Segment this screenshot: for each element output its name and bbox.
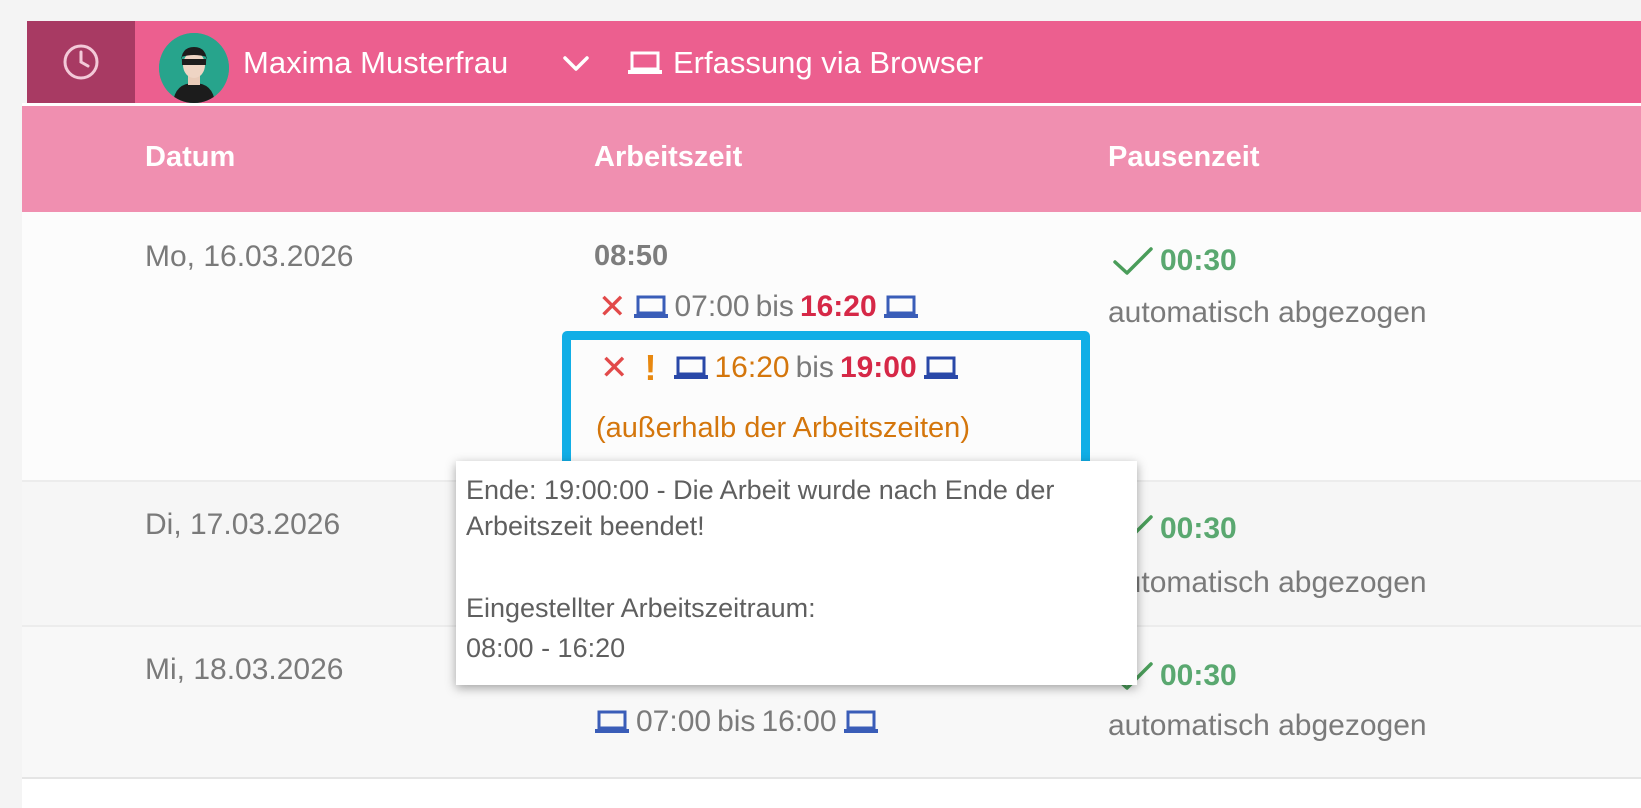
laptop-icon [843, 710, 878, 733]
work-total: 08:50 [594, 240, 669, 272]
user-name[interactable]: Maxima Musterfrau [243, 45, 508, 81]
pause-time: 00:30 [1160, 512, 1237, 545]
tooltip-line: Arbeitszeit beendet! [466, 511, 705, 541]
capture-mode: Erfassung via Browser [627, 45, 983, 81]
column-header-pausenzeit[interactable]: Pausenzeit [1108, 141, 1260, 174]
pause-value: 00:30 [1112, 244, 1237, 278]
entry-sep: bis [717, 705, 756, 738]
tooltip-line: Eingestellter Arbeitszeitraum: [466, 593, 816, 623]
pause-time: 00:30 [1160, 659, 1237, 692]
close-icon[interactable]: ✕ [598, 290, 627, 324]
pause-note: automatisch abgezogen [1108, 296, 1427, 329]
row-date: Mo, 16.03.2026 [145, 240, 354, 273]
entry-start: 07:00 [636, 705, 712, 738]
column-header-datum[interactable]: Datum [145, 141, 235, 174]
avatar-icon [159, 33, 229, 103]
table-header: Datum Arbeitszeit Pausenzeit [22, 106, 1641, 212]
clock-tab[interactable] [27, 21, 135, 103]
row-date: Mi, 18.03.2026 [145, 653, 344, 686]
pause-time: 00:30 [1160, 244, 1237, 277]
capture-mode-label: Erfassung via Browser [673, 45, 984, 80]
entry-sep: bis [755, 290, 794, 323]
column-header-arbeitszeit[interactable]: Arbeitszeit [594, 141, 742, 174]
laptop-icon [628, 51, 662, 74]
avatar[interactable] [159, 33, 229, 103]
entry-end: 16:00 [761, 705, 837, 738]
pause-note: automatisch abgezogen [1108, 566, 1427, 599]
check-icon [1113, 247, 1153, 275]
pause-note: automatisch abgezogen [1108, 709, 1427, 742]
laptop-icon [595, 710, 629, 733]
top-bar: Maxima Musterfrau Erfassung via Browser [27, 21, 1641, 103]
chevron-down-icon[interactable] [562, 55, 590, 73]
clock-icon [63, 44, 99, 80]
tooltip-line: 08:00 - 16:20 [466, 633, 626, 663]
time-entry[interactable]: 07:00 bis 16:00 [594, 705, 879, 739]
entry-end: 16:20 [799, 290, 877, 323]
time-entry[interactable]: ✕ 07:00 bis 16:20 [598, 290, 919, 324]
tooltip: Ende: 19:00:00 - Die Arbeit wurde nach E… [456, 461, 1137, 685]
highlight-frame [562, 331, 1090, 473]
row-date: Di, 17.03.2026 [145, 508, 341, 541]
laptop-icon [633, 295, 668, 318]
laptop-icon [883, 295, 918, 318]
entry-start: 07:00 [674, 290, 750, 323]
